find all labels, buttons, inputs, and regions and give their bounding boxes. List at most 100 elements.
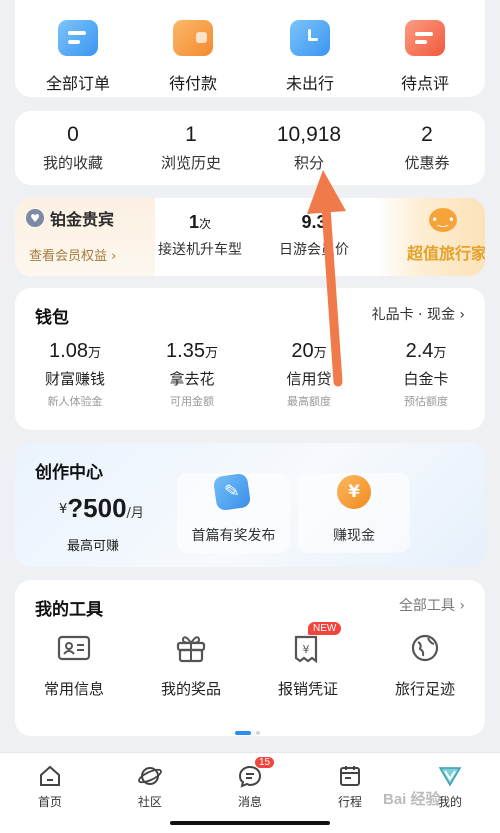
super-traveler-label: 超值旅行家	[407, 244, 485, 263]
perk-day-tour[interactable]: 9.3 日游会员价	[259, 212, 369, 259]
wallet-item-naquhua[interactable]: 1.35万 拿去花 可用金额	[137, 340, 247, 409]
clock-icon	[290, 20, 330, 56]
tool-travel-footprint[interactable]: 旅行足迹	[370, 632, 480, 699]
credit-loan-value: 20	[291, 340, 314, 362]
creation-center-title: 创作中心	[35, 463, 103, 483]
id-card-icon	[56, 632, 92, 664]
wealth-label: 财富赚钱	[44, 370, 105, 388]
wealth-value: 1.08	[49, 340, 88, 362]
credit-loan-unit: 万	[313, 346, 327, 361]
coupons-label: 优惠券	[404, 154, 450, 172]
stats-card: 0 我的收藏 1 浏览历史 10,918 积分 2 优惠券	[15, 111, 485, 185]
page-indicator	[235, 720, 260, 739]
earn-cash-button[interactable]: ¥ 赚现金	[298, 473, 410, 553]
tab-messages[interactable]: 15 消息	[215, 757, 285, 810]
new-badge: NEW	[308, 622, 342, 635]
message-count-badge: 15	[255, 757, 275, 768]
order-all-button[interactable]: 全部订单	[23, 20, 133, 94]
points-label: 积分	[293, 154, 324, 172]
favorites-stat[interactable]: 0 我的收藏	[18, 123, 128, 173]
wallet-item-wealth[interactable]: 1.08万 财富赚钱 新人体验金	[20, 340, 130, 409]
svg-text:¥: ¥	[303, 643, 310, 656]
member-level-panel[interactable]: ♥ 铂金贵宾 查看会员权益 ›	[15, 198, 155, 276]
tab-community[interactable]: 社区	[115, 763, 185, 810]
super-traveler-banner[interactable]: •‿• 超值旅行家	[377, 198, 485, 276]
all-tools-link[interactable]: 全部工具 ›	[399, 595, 465, 615]
per-month: /月	[126, 506, 144, 521]
platinum-card-sub: 预估额度	[404, 395, 448, 408]
history-count: 1	[185, 123, 197, 146]
coupons-stat[interactable]: 2 优惠券	[372, 123, 482, 173]
tool-expense-voucher-label: 报销凭证	[277, 680, 338, 698]
perk-day-tour-value: 9.3	[301, 212, 327, 232]
gift-card-cash-link[interactable]: 礼品卡 · 现金 ›	[372, 304, 465, 324]
tab-home[interactable]: 首页	[15, 763, 85, 810]
wallet-item-credit-loan[interactable]: 20万 信用贷 最高额度	[254, 340, 364, 409]
receipt-icon: ¥ NEW	[290, 622, 342, 664]
tab-messages-label: 消息	[237, 795, 262, 809]
diamond-icon: ♥	[26, 209, 44, 227]
member-level: 铂金贵宾	[50, 210, 115, 229]
order-all-label: 全部订单	[45, 74, 110, 93]
wallet-title: 钱包	[35, 308, 69, 328]
wallet-item-platinum-card[interactable]: 2.4万 白金卡 预估额度	[371, 340, 481, 409]
wealth-sub: 新人体验金	[47, 395, 103, 408]
perk-airport-upgrade[interactable]: 1次 接送机升车型	[145, 212, 255, 259]
perk-airport-value: 1	[188, 212, 199, 232]
history-stat[interactable]: 1 浏览历史	[136, 123, 246, 173]
message-icon: 15	[237, 757, 275, 789]
tool-travel-footprint-label: 旅行足迹	[394, 680, 455, 698]
tab-itinerary[interactable]: 行程	[315, 763, 385, 810]
history-label: 浏览历史	[160, 154, 221, 172]
coupons-count: 2	[421, 123, 433, 146]
max-earnings: ¥?500/月	[59, 493, 144, 524]
order-pending-payment-button[interactable]: 待付款	[138, 20, 248, 94]
wallet-card: 钱包 礼品卡 · 现金 › 1.08万 财富赚钱 新人体验金 1.35万 拿去花…	[15, 288, 485, 430]
tab-itinerary-label: 行程	[337, 795, 362, 809]
calendar-icon	[337, 763, 363, 789]
tool-my-prizes-label: 我的奖品	[160, 680, 221, 698]
wealth-unit: 万	[87, 346, 101, 361]
mascot-icon: •‿•	[429, 208, 457, 232]
tools-card: 我的工具 全部工具 › 常用信息 我的奖品 ¥ NEW 报销凭证 旅行足迹	[15, 580, 485, 736]
order-upcoming-label: 未出行	[285, 74, 334, 93]
platinum-card-label: 白金卡	[403, 370, 449, 388]
globe-icon	[407, 632, 443, 664]
tool-expense-voucher[interactable]: ¥ NEW 报销凭证	[253, 622, 363, 699]
pen-icon: ✎	[212, 472, 252, 512]
profile-icon	[437, 763, 463, 789]
gift-icon	[173, 632, 209, 664]
credit-loan-label: 信用贷	[286, 370, 332, 388]
tool-common-info-label: 常用信息	[43, 680, 104, 698]
coin-icon: ¥	[337, 475, 371, 509]
member-benefits-link[interactable]: 查看会员权益 ›	[29, 245, 116, 264]
order-to-review-label: 待点评	[400, 74, 449, 93]
naquhua-unit: 万	[204, 346, 218, 361]
perk-airport-unit: 次	[199, 217, 212, 231]
max-earnings-label: 最高可赚	[67, 539, 120, 554]
order-pending-payment-label: 待付款	[168, 74, 217, 93]
tool-common-info[interactable]: 常用信息	[19, 632, 129, 699]
credit-loan-sub: 最高额度	[287, 395, 331, 408]
earnings-amount: ?500	[67, 493, 127, 523]
favorites-label: 我的收藏	[42, 154, 103, 172]
order-upcoming-button[interactable]: 未出行	[255, 20, 365, 94]
perk-airport-label: 接送机升车型	[158, 242, 242, 258]
points-stat[interactable]: 10,918 积分	[254, 123, 364, 173]
perk-day-tour-label: 日游会员价	[279, 242, 349, 258]
platinum-card-value: 2.4	[405, 340, 434, 362]
planet-icon	[137, 763, 163, 789]
first-post-reward-label: 首篇有奖发布	[191, 528, 276, 544]
wallet-icon	[173, 20, 213, 56]
home-icon	[37, 763, 63, 789]
comment-icon	[405, 20, 445, 56]
home-indicator	[170, 821, 330, 825]
naquhua-sub: 可用金额	[170, 395, 214, 408]
member-card[interactable]: ♥ 铂金贵宾 查看会员权益 › 1次 接送机升车型 9.3 日游会员价 •‿• …	[15, 198, 485, 276]
earn-cash-label: 赚现金	[333, 528, 375, 544]
tool-my-prizes[interactable]: 我的奖品	[136, 632, 246, 699]
first-post-reward-button[interactable]: ✎ 首篇有奖发布	[177, 472, 290, 553]
tab-home-label: 首页	[37, 795, 62, 809]
order-to-review-button[interactable]: 待点评	[370, 20, 480, 94]
tab-community-label: 社区	[137, 795, 162, 809]
